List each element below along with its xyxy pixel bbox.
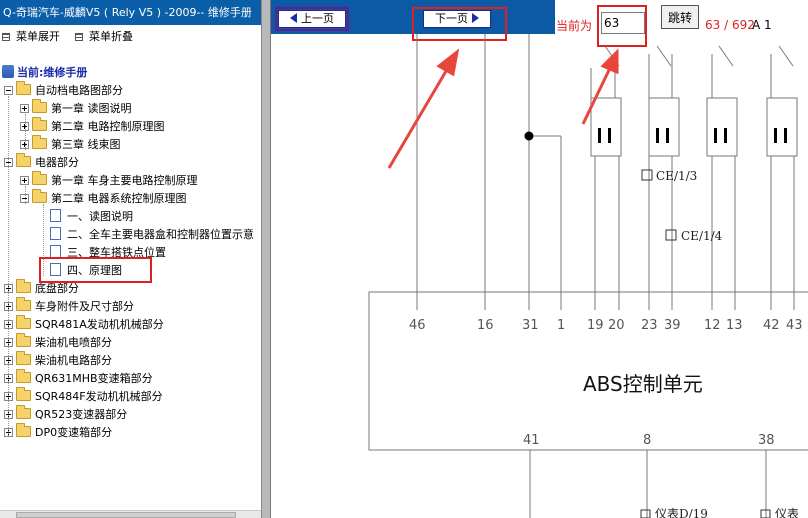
horizontal-scrollbar[interactable] (0, 510, 261, 518)
tree-item-label: 二、全车主要电器盒和控制器位置示意 (67, 228, 254, 241)
tree-item-label: SQR481A发动机机械部分 (35, 318, 164, 331)
tree-item-label: 第二章 电路控制原理图 (51, 120, 165, 133)
folder-icon (16, 387, 31, 401)
tree-item[interactable]: SQR484F发动机机械部分 (4, 387, 163, 406)
tree-item-label: SQR484F发动机机械部分 (35, 390, 163, 403)
tree-item[interactable]: 车身附件及尺寸部分 (4, 297, 134, 316)
tree-item-label: 自动档电路图部分 (35, 84, 123, 97)
folder-icon (32, 171, 47, 185)
folder-icon (16, 153, 31, 167)
list-icon (75, 33, 83, 41)
arrow-to-page-input (581, 65, 613, 125)
tree-item-label: 第一章 车身主要电路控制原理 (51, 174, 198, 187)
expand-icon[interactable] (20, 176, 29, 185)
tree-pane: Q-奇瑞汽车-威麟V5 ( Rely V5 ) -2009-- 维修手册 菜单展… (0, 0, 261, 518)
tree-item-label: 柴油机电喷部分 (35, 336, 112, 349)
tree-item[interactable]: QR631MHB变速箱部分 (4, 369, 153, 388)
window-title: Q-奇瑞汽车-威麟V5 ( Rely V5 ) -2009-- 维修手册 (0, 0, 261, 25)
arrow-to-next-page (387, 65, 451, 169)
tree-item-label: 第一章 读图说明 (51, 102, 132, 115)
collapse-menu-button[interactable]: 菜单折叠 (75, 28, 133, 46)
tree-item[interactable]: 第三章 线束图 (20, 135, 121, 154)
tree-item-label: 车身附件及尺寸部分 (35, 300, 134, 313)
folder-icon (32, 135, 47, 149)
folder-icon (16, 333, 31, 347)
tree-item-label: 第三章 线束图 (51, 138, 121, 151)
tree-guide-line (25, 114, 26, 150)
tree-item[interactable]: DP0变速箱部分 (4, 423, 113, 442)
tree-item-label: 一、读图说明 (67, 210, 133, 223)
current-node[interactable]: 当前:维修手册 (2, 64, 87, 82)
tree-item[interactable]: SQR481A发动机机械部分 (4, 315, 164, 334)
folder-icon (16, 81, 31, 95)
folder-icon (32, 189, 47, 203)
tree-item-label: 柴油机电路部分 (35, 354, 112, 367)
annotation-arrows (387, 48, 619, 169)
arrowhead-icon (436, 48, 460, 77)
scrollbar-thumb[interactable] (16, 512, 236, 518)
folder-icon (16, 351, 31, 365)
tree-item[interactable]: 电器部分 (4, 153, 79, 172)
tree-item-label: 电器部分 (35, 156, 79, 169)
tree-guide-line (25, 186, 26, 204)
tree-item[interactable]: 第二章 电器系统控制原理图 (20, 189, 187, 208)
collapse-icon[interactable] (4, 86, 13, 95)
arrowhead-icon (600, 48, 619, 75)
tree-toolbar: 菜单展开 菜单折叠 (0, 28, 261, 46)
tree-item[interactable]: 二、全车主要电器盒和控制器位置示意 (38, 226, 254, 244)
folder-icon (16, 423, 31, 437)
folder-icon (16, 279, 31, 293)
tree-item[interactable]: 一、读图说明 (38, 208, 133, 226)
tree-item-label: QR631MHB变速箱部分 (35, 372, 153, 385)
folder-icon (16, 369, 31, 383)
document-icon (50, 227, 61, 240)
tree-item[interactable]: QR523变速器部分 (4, 405, 128, 424)
tree-item[interactable]: 第二章 电路控制原理图 (20, 117, 165, 136)
tree-item-label: QR523变速器部分 (35, 408, 128, 421)
expand-menu-button[interactable]: 菜单展开 (2, 28, 60, 46)
folder-icon (32, 117, 47, 131)
tree-item-label: 第二章 电器系统控制原理图 (51, 192, 187, 205)
tree-item[interactable]: 柴油机电路部分 (4, 351, 112, 370)
folder-icon (32, 99, 47, 113)
tree-item[interactable]: 自动档电路图部分 (4, 81, 123, 100)
list-icon (2, 33, 10, 41)
tree-item-label: DP0变速箱部分 (35, 426, 113, 439)
tree-item-label: 底盘部分 (35, 282, 79, 295)
expand-icon[interactable] (20, 104, 29, 113)
folder-icon (16, 315, 31, 329)
document-icon (50, 209, 61, 222)
tree-item[interactable]: 第一章 车身主要电路控制原理 (20, 171, 198, 190)
tree-guide-line (8, 96, 9, 436)
folder-icon (16, 405, 31, 419)
pane-splitter[interactable] (261, 0, 271, 518)
highlight-box (39, 257, 152, 283)
viewer-pane: 上一页 下一页 当前为 跳转 63 / 692 A 1 (271, 0, 808, 518)
folder-icon (16, 297, 31, 311)
tree-item[interactable]: 柴油机电喷部分 (4, 333, 112, 352)
tree-item[interactable]: 第一章 读图说明 (20, 99, 132, 118)
manual-icon (2, 65, 14, 78)
